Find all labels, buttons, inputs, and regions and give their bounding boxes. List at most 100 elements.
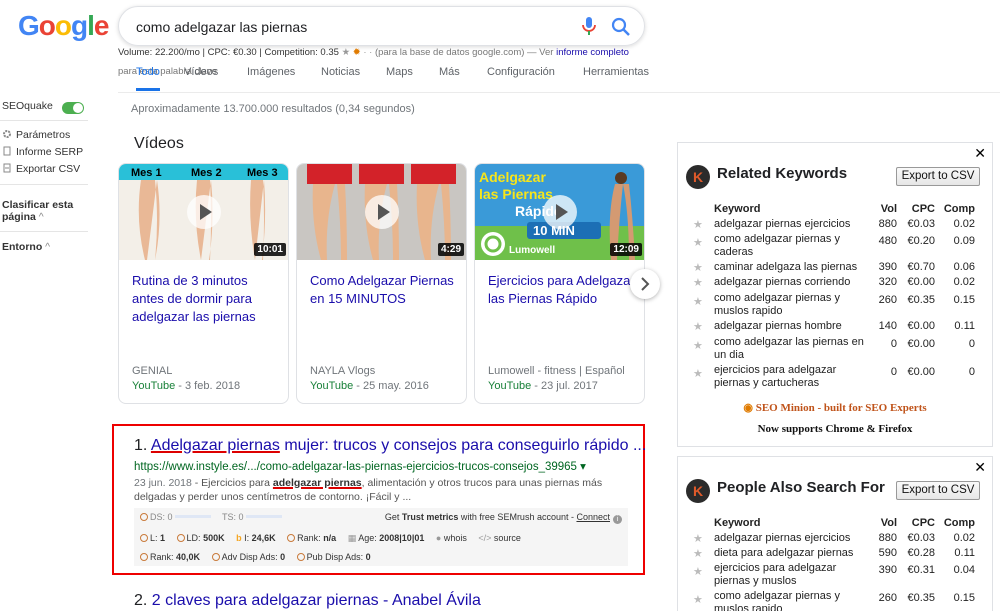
thumb-label: Lumowell bbox=[509, 245, 555, 256]
info-icon[interactable]: i bbox=[613, 515, 622, 524]
export-csv-button[interactable]: Export to CSV bbox=[896, 481, 980, 500]
metric-icon bbox=[296, 553, 305, 561]
metric-icon bbox=[140, 513, 148, 521]
video-title[interactable]: Rutina de 3 minutos antes de dormir para… bbox=[132, 272, 280, 326]
keywords-everywhere-logo-icon: K bbox=[686, 165, 710, 189]
star-icon[interactable]: ★ bbox=[342, 47, 351, 58]
panel-title: Related Keywords bbox=[717, 165, 848, 182]
video-card[interactable]: Adelgazar las Piernas Rápido 10 MIN Lumo… bbox=[474, 163, 645, 404]
result-title-link[interactable]: Adelgazar piernas bbox=[151, 437, 280, 454]
keyword-metrics: Volume: 22.200/mo | CPC: €0.30 | Competi… bbox=[118, 47, 339, 58]
result-url[interactable]: https://www.instyle.es/.../como-adelgaza… bbox=[134, 459, 586, 473]
table-row: ★ caminar adelgaza las piernas 390 €0.70 0.0… bbox=[693, 261, 975, 274]
play-icon[interactable] bbox=[543, 195, 577, 229]
search-box bbox=[118, 6, 645, 46]
close-icon[interactable]: ✕ bbox=[974, 459, 986, 476]
video-card[interactable]: Mes 1 Mes 2 Mes 3 10:01 Rutina de 3 minu… bbox=[118, 163, 289, 404]
table-row: ★ adelgazar piernas corriendo 320 €0.00 0.02 bbox=[693, 276, 975, 289]
tab-videos[interactable]: Vídeos bbox=[184, 66, 218, 78]
thumb-label: Mes 3 bbox=[247, 167, 278, 179]
sidebar-item-entorno[interactable]: Entorno ^ bbox=[2, 241, 50, 253]
db-note: (para la base de datos google.com) — Ver bbox=[374, 47, 554, 58]
star-icon[interactable]: ★ bbox=[693, 261, 705, 274]
video-duration: 12:09 bbox=[610, 243, 642, 256]
video-source: Lumowell - fitness | Español bbox=[488, 365, 625, 377]
tab-noticias[interactable]: Noticias bbox=[321, 66, 360, 78]
play-icon[interactable] bbox=[187, 195, 221, 229]
sidebar-item-exportar-csv[interactable]: Exportar CSV bbox=[2, 163, 80, 175]
source-link[interactable]: source bbox=[494, 533, 521, 543]
related-keywords-panel: ✕ K Related Keywords Export to CSV Keywo… bbox=[677, 142, 993, 447]
video-thumbnail[interactable]: Adelgazar las Piernas Rápido 10 MIN Lumo… bbox=[475, 164, 644, 260]
export-csv-button[interactable]: Export to CSV bbox=[896, 167, 980, 186]
search-input[interactable] bbox=[136, 16, 566, 38]
star-icon[interactable]: ★ bbox=[693, 547, 705, 560]
sidebar-divider bbox=[0, 231, 88, 232]
sidebar-item-informe-serp[interactable]: Informe SERP bbox=[2, 146, 83, 158]
star-icon[interactable]: ★ bbox=[693, 276, 705, 289]
semrush-icon: ✹ bbox=[352, 47, 361, 58]
star-icon[interactable]: ★ bbox=[693, 218, 705, 231]
keyword-table: Keyword Vol CPC Comp ★ adelgazar piernas … bbox=[693, 203, 983, 392]
sidebar-item-parametros[interactable]: Parámetros bbox=[2, 129, 70, 141]
gear-icon bbox=[3, 130, 11, 138]
search-icon[interactable] bbox=[609, 15, 633, 39]
sidebar-item-clasificar[interactable]: Clasificar esta página ^ bbox=[2, 199, 82, 223]
tab-configuracion[interactable]: Configuración bbox=[487, 66, 555, 78]
trust-metrics-note: Get Trust metrics with free SEMrush acco… bbox=[385, 512, 622, 524]
tab-todo[interactable]: Todo bbox=[136, 66, 160, 91]
video-thumbnail[interactable]: 4:29 bbox=[297, 164, 466, 260]
star-icon[interactable]: ★ bbox=[693, 339, 705, 352]
seoquake-title: SEOquake bbox=[2, 100, 53, 112]
tab-maps[interactable]: Maps bbox=[386, 66, 413, 78]
carousel-next-button[interactable] bbox=[630, 269, 660, 299]
table-row: ★ adelgazar piernas ejercicios 880 €0.03 0.0… bbox=[693, 218, 975, 231]
thumb-label: Adelgazar bbox=[479, 169, 546, 185]
whois-link[interactable]: whois bbox=[444, 533, 467, 543]
video-title[interactable]: Ejercicios para Adelgazar las Piernas Rá… bbox=[488, 272, 636, 308]
microphone-icon[interactable] bbox=[579, 15, 599, 39]
table-row: ★ como adelgazar piernas y muslos rapido 2… bbox=[693, 590, 975, 611]
result-title[interactable]: 2. 2 claves para adelgazar piernas - Ana… bbox=[134, 592, 481, 610]
star-icon[interactable]: ★ bbox=[693, 295, 705, 308]
video-title[interactable]: Como Adelgazar Piernas en 15 MINUTOS bbox=[310, 272, 458, 308]
video-card[interactable]: 4:29 Como Adelgazar Piernas en 15 MINUTO… bbox=[296, 163, 467, 404]
full-report-link[interactable]: informe completo bbox=[556, 47, 629, 58]
video-source: GENIAL bbox=[132, 365, 173, 377]
thumb-label: las Piernas bbox=[479, 186, 553, 202]
seoquake-toggle[interactable] bbox=[62, 102, 84, 114]
user-icon: ● bbox=[435, 533, 442, 543]
connect-link[interactable]: Connect bbox=[576, 512, 610, 522]
table-row: ★ dieta para adelgazar piernas 590 €0.28 0.1… bbox=[693, 547, 975, 560]
video-thumbnail[interactable]: Mes 1 Mes 2 Mes 3 10:01 bbox=[119, 164, 288, 260]
play-icon[interactable] bbox=[365, 195, 399, 229]
table-row: ★ como adelgazar piernas y muslos rapido 2… bbox=[693, 292, 975, 317]
chevron-right-icon bbox=[641, 277, 650, 291]
google-logo[interactable]: Google bbox=[18, 10, 109, 42]
metric-icon bbox=[287, 534, 296, 542]
metric-icon bbox=[140, 534, 148, 542]
sidebar-divider bbox=[0, 184, 88, 185]
star-icon[interactable]: ★ bbox=[693, 565, 705, 578]
chevron-up-icon: ^ bbox=[45, 241, 51, 253]
tab-mas[interactable]: Más bbox=[439, 66, 460, 78]
star-icon[interactable]: ★ bbox=[693, 367, 705, 380]
bing-icon: b bbox=[236, 533, 242, 543]
seo-minion-promo[interactable]: ◉ SEO Minion - built for SEO Experts bbox=[678, 401, 992, 414]
table-header: Keyword Vol CPC Comp bbox=[714, 517, 975, 529]
thumb-label: Mes 1 bbox=[131, 167, 162, 179]
keyword-table: Keyword Vol CPC Comp ★ adelgazar piernas … bbox=[693, 517, 983, 611]
table-row: ★ ejercicios para adelgazar piernas y car… bbox=[693, 364, 975, 389]
videos-heading: Vídeos bbox=[134, 135, 184, 152]
star-icon[interactable]: ★ bbox=[693, 532, 705, 545]
star-icon[interactable]: ★ bbox=[693, 320, 705, 333]
star-icon[interactable]: ★ bbox=[693, 236, 705, 249]
result-title[interactable]: 1. Adelgazar piernas mujer: trucos y con… bbox=[134, 437, 646, 455]
table-row: ★ adelgazar piernas hombre 140 €0.00 0.11 bbox=[693, 320, 975, 333]
tab-imagenes[interactable]: Imágenes bbox=[247, 66, 295, 78]
table-row: ★ como adelgazar las piernas en un dia 0 €0… bbox=[693, 336, 975, 361]
result-title-link[interactable]: 2 claves para adelgazar piernas - Anabel… bbox=[152, 592, 481, 609]
star-icon[interactable]: ★ bbox=[693, 593, 705, 606]
close-icon[interactable]: ✕ bbox=[974, 145, 986, 162]
tab-herramientas[interactable]: Herramientas bbox=[583, 66, 649, 78]
